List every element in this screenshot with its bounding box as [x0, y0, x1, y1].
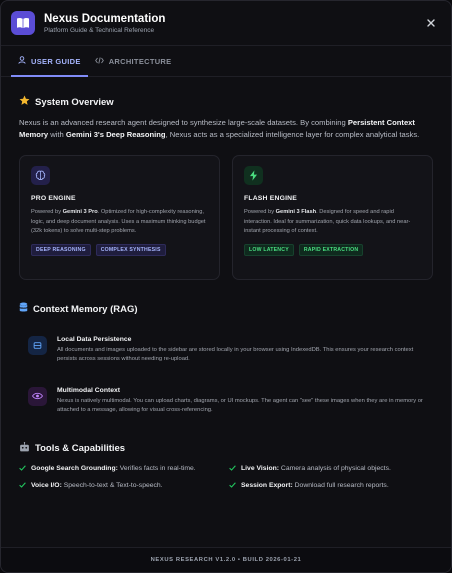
tab-bar: USER GUIDE ARCHITECTURE [1, 46, 451, 77]
engine-description: Powered by Gemini 3 Flash. Designed for … [244, 209, 411, 235]
robot-icon [19, 441, 30, 455]
memory-item-persistence: Local Data Persistence All documents and… [28, 336, 433, 365]
tool-item: Google Search Grounding: Verifies facts … [19, 465, 229, 473]
code-icon [94, 56, 104, 66]
tab-label: USER GUIDE [31, 56, 81, 66]
tab-user-guide[interactable]: USER GUIDE [11, 46, 88, 77]
app-title: Nexus Documentation [44, 13, 166, 25]
check-icon [19, 465, 26, 473]
memory-item-title: Multimodal Context [57, 386, 121, 394]
engine-title: FLASH ENGINE [244, 195, 298, 202]
pro-engine-card: PRO ENGINE Powered by Gemini 3 Pro. Opti… [19, 155, 220, 280]
guide-content: System Overview Nexus is an advanced res… [1, 95, 451, 490]
memory-heading: Context Memory (RAG) [19, 302, 433, 316]
engine-description: Powered by Gemini 3 Pro. Optimized for h… [31, 209, 206, 235]
tool-item: Voice I/O: Speech-to-text & Text-to-spee… [19, 482, 229, 490]
check-icon [19, 482, 26, 490]
modal-footer: NEXUS RESEARCH V1.2.0 • BUILD 2026-01-21 [1, 547, 451, 572]
tag-badge: DEEP REASONING [31, 243, 91, 256]
app-subtitle: Platform Guide & Technical Reference [44, 27, 155, 34]
tag-badge: COMPLEX SYNTHESIS [95, 243, 166, 256]
tag-badge: LOW LATENCY [244, 243, 294, 256]
tool-item: Session Export: Download full research r… [229, 482, 419, 490]
storage-icon [28, 336, 47, 355]
tab-label: ARCHITECTURE [108, 56, 172, 66]
overview-heading: System Overview [19, 95, 433, 109]
brain-icon [31, 166, 50, 185]
memory-item-title: Local Data Persistence [57, 336, 132, 343]
memory-item-multimodal: Multimodal Context Nexus is natively mul… [28, 386, 433, 416]
database-icon [19, 302, 28, 316]
tools-heading: Tools & Capabilities [19, 441, 433, 455]
user-icon [18, 56, 26, 66]
eye-icon [28, 386, 47, 406]
engine-title: PRO ENGINE [31, 195, 76, 202]
tool-item: Live Vision: Camera analysis of physical… [229, 465, 419, 473]
star-icon [19, 95, 30, 109]
engine-tags: LOW LATENCY RAPID EXTRACTION [244, 243, 421, 256]
memory-item-description: Nexus is natively multimodal. You can up… [57, 397, 423, 414]
modal-header: Nexus Documentation Platform Guide & Tec… [1, 1, 451, 46]
documentation-modal: Nexus Documentation Platform Guide & Tec… [0, 0, 452, 573]
close-icon[interactable] [423, 15, 439, 31]
tag-badge: RAPID EXTRACTION [298, 243, 364, 256]
memory-item-description: All documents and images uploaded to the… [57, 347, 414, 363]
overview-intro: Nexus is an advanced research agent desi… [19, 118, 420, 139]
engine-tags: DEEP REASONING COMPLEX SYNTHESIS [31, 243, 208, 256]
tab-architecture[interactable]: ARCHITECTURE [88, 46, 179, 76]
engine-cards: PRO ENGINE Powered by Gemini 3 Pro. Opti… [19, 155, 433, 280]
flash-engine-card: FLASH ENGINE Powered by Gemini 3 Flash. … [232, 155, 433, 280]
tools-list: Google Search Grounding: Verifies facts … [19, 465, 433, 490]
check-icon [229, 482, 236, 490]
book-icon [11, 11, 35, 35]
lightning-icon [244, 166, 263, 185]
check-icon [229, 465, 236, 473]
